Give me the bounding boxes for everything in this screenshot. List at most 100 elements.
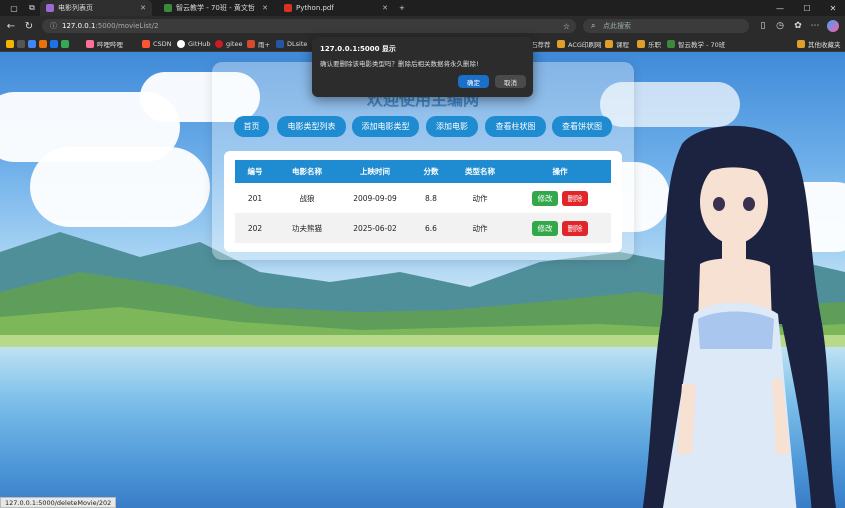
bookmark-icon-row xyxy=(6,38,69,49)
folder-icon xyxy=(605,39,613,48)
bookmark-label: gitee xyxy=(226,39,243,48)
extension-icon[interactable]: ✿ xyxy=(792,20,804,32)
menu-icon[interactable]: ⋯ xyxy=(809,20,821,32)
minimize-icon[interactable]: — xyxy=(768,0,792,16)
bookmark-github[interactable]: GitHub xyxy=(177,38,211,49)
page-viewport: 欢迎使用主编网 首页 电影类型列表 添加电影类型 添加电影 查看柱状图 查看饼状… xyxy=(0,52,845,508)
split-screen-icon[interactable]: ▯ xyxy=(757,20,769,32)
nav-pie-chart[interactable]: 查看饼状图 xyxy=(552,116,612,137)
cell-actions: 修改 删除 xyxy=(509,213,611,243)
copilot-icon[interactable] xyxy=(827,20,839,32)
bookmark-label: 雨+ xyxy=(258,40,270,49)
bookmark-zhiyun[interactable]: 智云教学 - 70班 xyxy=(667,38,725,49)
tab-python-pdf[interactable]: Python.pdf ✕ xyxy=(278,0,394,16)
nav-bar-chart[interactable]: 查看柱状图 xyxy=(485,116,546,137)
bookmark-gitee[interactable]: gitee xyxy=(215,38,242,49)
bookmark-site-icon xyxy=(667,39,675,48)
url-host: 127.0.0.1 xyxy=(62,22,96,30)
app-icon[interactable] xyxy=(28,39,36,48)
delete-button[interactable]: 删除 xyxy=(562,190,588,206)
bookmark-dlsite[interactable]: DLsite xyxy=(276,38,307,49)
bilibili-icon xyxy=(86,39,94,48)
bookmark-label: CSDN xyxy=(153,39,172,48)
confirm-ok-button[interactable]: 确定 xyxy=(458,75,489,88)
nav-movie-type-list[interactable]: 电影类型列表 xyxy=(277,116,346,137)
search-input[interactable]: ⌕ 点此搜索 xyxy=(583,19,749,33)
cell-date: 2009-09-09 xyxy=(339,183,411,213)
dialog-title: 127.0.0.1:5000 显示 xyxy=(320,45,396,53)
back-icon[interactable]: ← xyxy=(4,19,18,33)
app-icon[interactable] xyxy=(39,39,47,48)
close-window-icon[interactable]: ✕ xyxy=(821,0,845,16)
bookmark-lezhi[interactable]: 乐职 xyxy=(637,38,661,49)
col-header-type: 类型名称 xyxy=(451,160,509,183)
bookmark-label: 智云教学 - 70班 xyxy=(678,40,726,49)
cell-id: 202 xyxy=(235,213,275,243)
close-tab-icon[interactable]: ✕ xyxy=(382,4,388,12)
new-tab-button[interactable]: + xyxy=(399,0,411,16)
pdf-icon xyxy=(284,4,292,12)
app-icon[interactable] xyxy=(61,39,69,48)
dlsite-icon xyxy=(276,39,284,48)
nav-add-movie-type[interactable]: 添加电影类型 xyxy=(352,116,419,137)
info-icon: ⓘ xyxy=(50,22,57,30)
nav-bar: 首页 电影类型列表 添加电影类型 添加电影 查看柱状图 查看饼状图 xyxy=(212,116,634,138)
maximize-icon[interactable]: ☐ xyxy=(795,0,819,16)
dialog-message: 确认要删除该电影类型吗？删除后相关数据将永久删除! xyxy=(320,60,479,68)
csdn-icon xyxy=(142,39,150,48)
reload-icon[interactable]: ↻ xyxy=(22,19,36,33)
url-path: :5000/movieList/2 xyxy=(95,22,159,30)
bookmark-label: ACG印刷网 xyxy=(568,40,602,49)
app-icon[interactable] xyxy=(17,39,25,48)
cell-id: 201 xyxy=(235,183,275,213)
bookmark-shijian[interactable]: 石荐荐 xyxy=(531,38,551,49)
folder-icon xyxy=(797,39,805,48)
search-placeholder: 点此搜索 xyxy=(603,22,631,30)
tab-movie-list[interactable]: 电影列表页 ✕ xyxy=(40,0,152,16)
bookmark-label: 乐职 xyxy=(648,40,661,49)
bookmark-other[interactable]: 其他收藏夹 xyxy=(797,38,841,49)
edit-button[interactable]: 修改 xyxy=(532,190,558,206)
history-icon[interactable]: ◷ xyxy=(774,20,786,32)
github-icon xyxy=(177,39,185,48)
bookmark-label: 石荐荐 xyxy=(531,40,551,49)
cell-date: 2025-06-02 xyxy=(339,213,411,243)
bookmark-label: 哔哩哔哩 xyxy=(97,40,123,49)
link-status-bar: 127.0.0.1:5000/deleteMovie/202 xyxy=(0,497,117,508)
address-bar-row: ← ↻ ⓘ 127.0.0.1 :5000/movieList/2 ☆ ⌕ 点此… xyxy=(0,16,845,36)
tab-bar: ▢ ⧉ 电影列表页 ✕ 智云教学 - 70班 - 黄文哲 ✕ Python.pd… xyxy=(0,0,845,16)
cell-score: 6.6 xyxy=(411,213,451,243)
delete-button[interactable]: 删除 xyxy=(562,220,588,236)
bookmark-csdn[interactable]: CSDN xyxy=(142,38,172,49)
table-row: 201 战狼 2009-09-09 8.8 动作 修改 删除 xyxy=(235,183,611,213)
nav-add-movie[interactable]: 添加电影 xyxy=(426,116,478,137)
bookmark-label: DLsite xyxy=(287,39,308,48)
bookmark-bilibili[interactable]: 哔哩哔哩 xyxy=(86,38,123,49)
edit-button[interactable]: 修改 xyxy=(532,220,558,236)
cell-score: 8.8 xyxy=(411,183,451,213)
favorite-star-icon[interactable]: ☆ xyxy=(563,22,570,31)
tab-title: Python.pdf xyxy=(296,4,334,12)
close-tab-icon[interactable]: ✕ xyxy=(140,4,146,12)
close-tab-icon[interactable]: ✕ xyxy=(262,4,268,12)
nav-home[interactable]: 首页 xyxy=(234,116,269,137)
confirm-cancel-button[interactable]: 取消 xyxy=(495,75,526,88)
confirm-dialog: 127.0.0.1:5000 显示 确认要删除该电影类型吗？删除后相关数据将永久… xyxy=(312,37,533,97)
bookmark-site-icon xyxy=(247,39,255,48)
col-header-id: 编号 xyxy=(235,160,275,183)
app-icon[interactable] xyxy=(50,39,58,48)
cell-type: 动作 xyxy=(451,183,509,213)
bookmark-label: 其他收藏夹 xyxy=(808,40,841,49)
app-icon[interactable] xyxy=(6,39,14,48)
movie-table-container: 编号 电影名称 上映时间 分数 类型名称 操作 201 战狼 2009-09-0… xyxy=(224,151,622,252)
bookmark-acg[interactable]: ACG印刷网 xyxy=(557,38,601,49)
url-field[interactable]: ⓘ 127.0.0.1 :5000/movieList/2 ☆ xyxy=(42,19,576,33)
search-icon: ⌕ xyxy=(591,21,596,30)
gitee-icon xyxy=(215,39,223,48)
plus-icon: + xyxy=(399,4,405,12)
bookmark-rain[interactable]: 雨+ xyxy=(247,38,270,49)
col-header-actions: 操作 xyxy=(509,160,611,183)
bookmark-course[interactable]: 课程 xyxy=(605,38,629,49)
tab-zhiyun[interactable]: 智云教学 - 70班 - 黄文哲 ✕ xyxy=(158,0,274,16)
cell-actions: 修改 删除 xyxy=(509,183,611,213)
